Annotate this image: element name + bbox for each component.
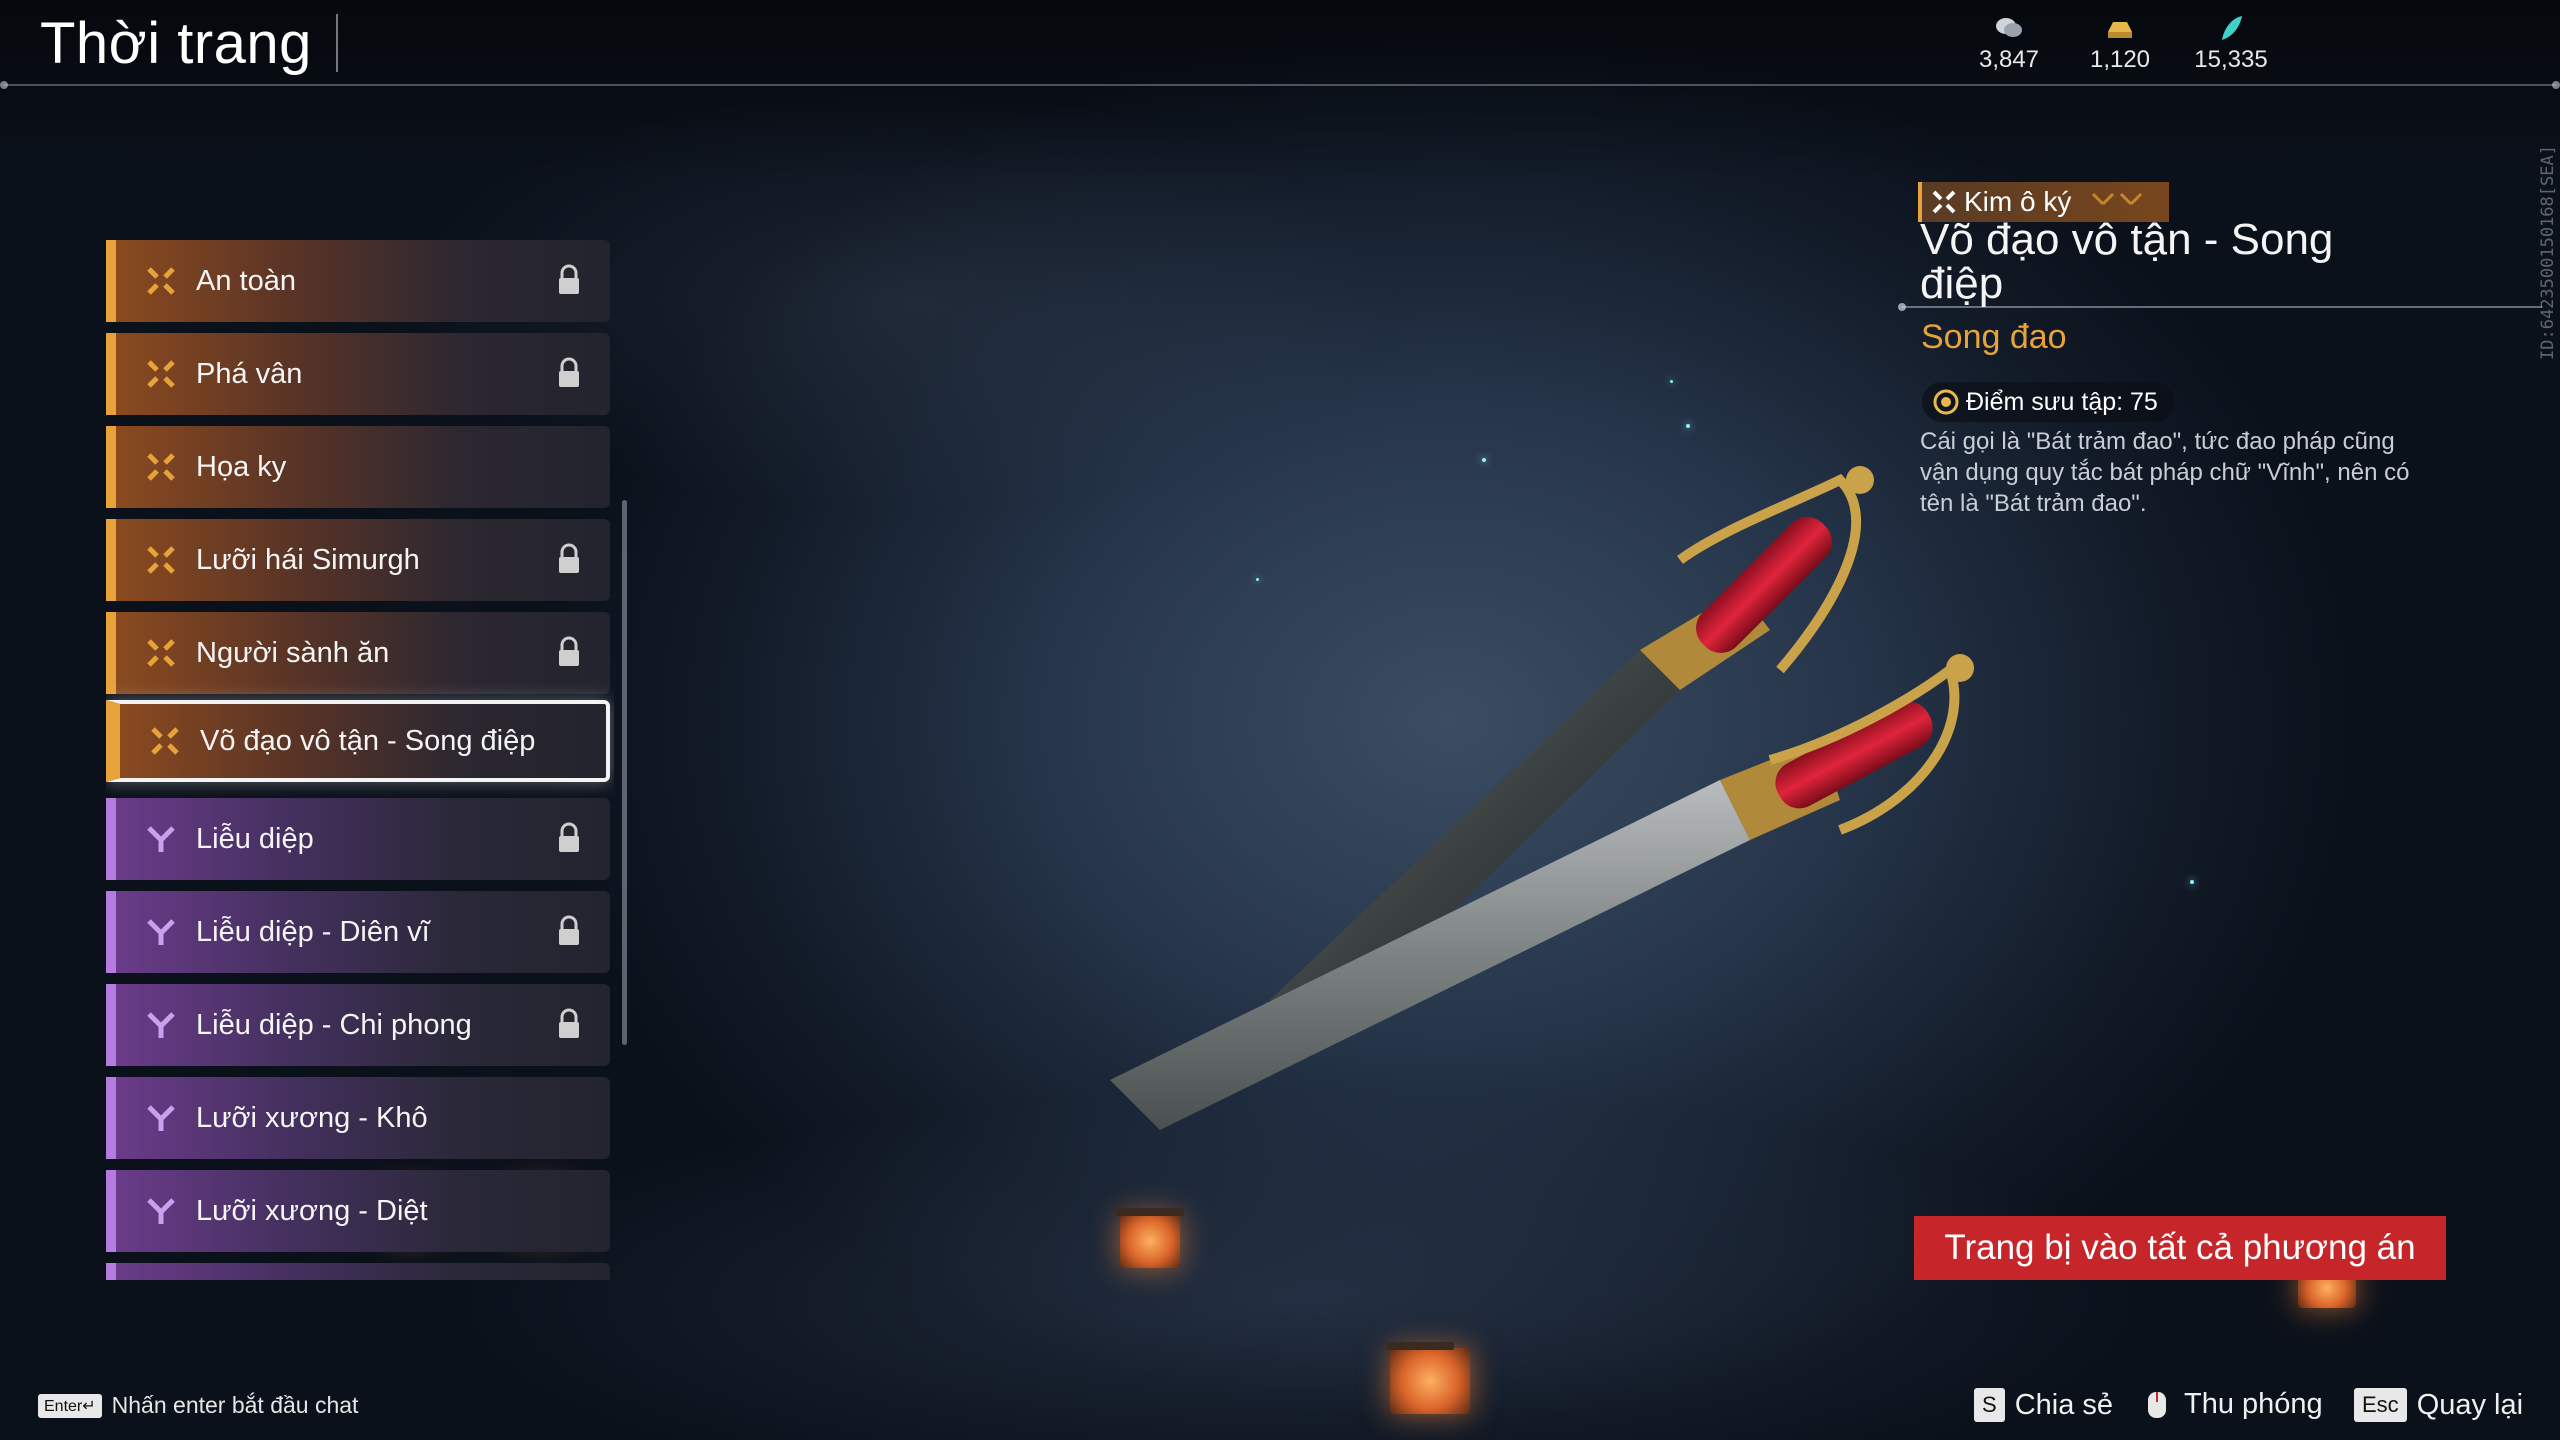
list-item-label: Lưỡi xương - Khô	[196, 1101, 428, 1134]
lock-icon	[559, 915, 579, 945]
lock-icon	[559, 543, 579, 573]
lock-icon	[559, 264, 579, 294]
lock-icon	[559, 1008, 579, 1038]
currency-gold: 1,120	[2065, 14, 2175, 74]
list-item[interactable]: Liễu diệp - Diên vĩ	[106, 891, 610, 973]
jade-feather-icon	[2222, 16, 2242, 40]
lock-icon	[559, 636, 579, 666]
points-label: Điểm sưu tập: 75	[1966, 387, 2158, 416]
purple-rarity-icon	[147, 1105, 175, 1131]
gold-rarity-icon	[1932, 190, 1956, 214]
s-key-badge: S	[1974, 1388, 2005, 1422]
equip-all-presets-button[interactable]: Trang bị vào tất cả phương án	[1914, 1216, 2446, 1280]
list-item-label: Võ đạo vô tận - Song điệp	[200, 724, 536, 757]
purple-rarity-icon	[147, 826, 175, 852]
lantern-decoration	[1116, 1208, 1184, 1268]
list-item-label: Liễu diệp	[196, 822, 314, 855]
purple-rarity-icon	[147, 919, 175, 945]
list-item-label: Liễu diệp - Chi phong	[196, 1008, 472, 1041]
enter-key-badge: Enter↵	[38, 1393, 102, 1418]
esc-key-badge: Esc	[2354, 1388, 2407, 1422]
list-item-label: Người sành ăn	[196, 636, 390, 669]
gold-rarity-icon	[147, 453, 175, 481]
list-item-label: Họa ky	[196, 450, 287, 483]
currency-jade: 15,335	[2176, 14, 2286, 74]
list-item-label: Lưỡi hái Simurgh	[196, 543, 420, 576]
zoom-button[interactable]: Thu phóng	[2140, 1388, 2323, 1421]
currency-value: 15,335	[2194, 46, 2268, 73]
gold-ingot-icon	[2108, 22, 2132, 38]
account-id: ID:6423500150168[SEA]	[2538, 145, 2558, 360]
list-item-label: An toàn	[196, 264, 296, 297]
lock-icon	[559, 357, 579, 387]
dual-sabers-preview[interactable]	[1080, 440, 2020, 1160]
list-item[interactable]: Liễu diệp - Chi phong	[106, 984, 610, 1066]
item-title: Võ đạo vô tận - Song điệp	[1920, 215, 2334, 308]
light-mote	[2190, 880, 2194, 884]
gold-rarity-icon	[147, 639, 175, 667]
share-button[interactable]: S Chia sẻ	[1974, 1388, 2113, 1422]
collection-points: Điểm sưu tập: 75	[1922, 382, 2174, 422]
list-item[interactable]: Lưỡi xương - Diệt	[106, 1170, 610, 1252]
lantern-decoration	[1386, 1342, 1470, 1414]
currency-value: 1,120	[2089, 46, 2151, 73]
list-item[interactable]: An toàn	[106, 240, 610, 322]
gold-rarity-icon	[147, 360, 175, 388]
list-item[interactable]	[106, 1263, 610, 1280]
list-item[interactable]: Lưỡi xương - Khô	[106, 1077, 610, 1159]
chat-hint[interactable]: Enter↵ Nhấn enter bắt đầu chat	[38, 1392, 358, 1419]
currency-coins: 3,847	[1954, 14, 2064, 74]
list-item[interactable]: Liễu diệp	[106, 798, 610, 880]
chat-hint-text: Nhấn enter bắt đầu chat	[111, 1392, 359, 1418]
gold-rarity-icon	[147, 267, 175, 295]
rarity-ornament-icon	[2092, 192, 2143, 206]
list-item[interactable]: Người sành ăn	[106, 612, 610, 694]
list-item-label: Liễu diệp - Diên vĩ	[196, 915, 430, 948]
coin-stack-icon	[1996, 18, 2022, 37]
skin-list[interactable]: An toàn Phá vân Họa ky Lưỡi hái Simurgh …	[106, 240, 614, 1280]
weapon-category: Song đao	[1921, 318, 2067, 356]
gold-rarity-icon	[151, 727, 179, 755]
back-label: Quay lại	[2416, 1388, 2524, 1421]
purple-rarity-icon	[147, 1012, 175, 1038]
back-button[interactable]: Esc Quay lại	[2354, 1388, 2523, 1422]
gold-rarity-icon	[147, 546, 175, 574]
top-bar: Thời trang 3,847 1,120 15,335	[0, 0, 2560, 89]
list-item[interactable]: Phá vân	[106, 333, 610, 415]
list-item-label: Phá vân	[196, 357, 303, 390]
lock-icon	[559, 822, 579, 852]
mouse-icon	[2148, 1391, 2166, 1418]
list-item[interactable]: Họa ky	[106, 426, 610, 508]
list-item[interactable]: Lưỡi hái Simurgh	[106, 519, 610, 601]
light-mote	[1686, 424, 1690, 428]
page-title: Thời trang	[40, 11, 312, 76]
list-item-selected[interactable]: Võ đạo vô tận - Song điệp	[106, 700, 610, 782]
title-divider	[1898, 303, 2542, 311]
list-scrollbar[interactable]	[622, 500, 627, 1045]
light-mote	[1670, 380, 1673, 383]
title-divider	[336, 14, 338, 72]
rarity-label: Kim ô ký	[1964, 186, 2072, 217]
item-description: Cái gọi là "Bát trảm đao", tức đao pháp …	[1920, 428, 2410, 517]
header-divider	[0, 81, 2560, 89]
currency-value: 3,847	[1978, 46, 2040, 73]
list-item-label: Lưỡi xương - Diệt	[196, 1194, 428, 1227]
purple-rarity-icon	[147, 1198, 175, 1224]
collection-point-icon	[1933, 389, 1959, 415]
zoom-label: Thu phóng	[2184, 1388, 2323, 1420]
share-label: Chia sẻ	[2014, 1388, 2114, 1421]
